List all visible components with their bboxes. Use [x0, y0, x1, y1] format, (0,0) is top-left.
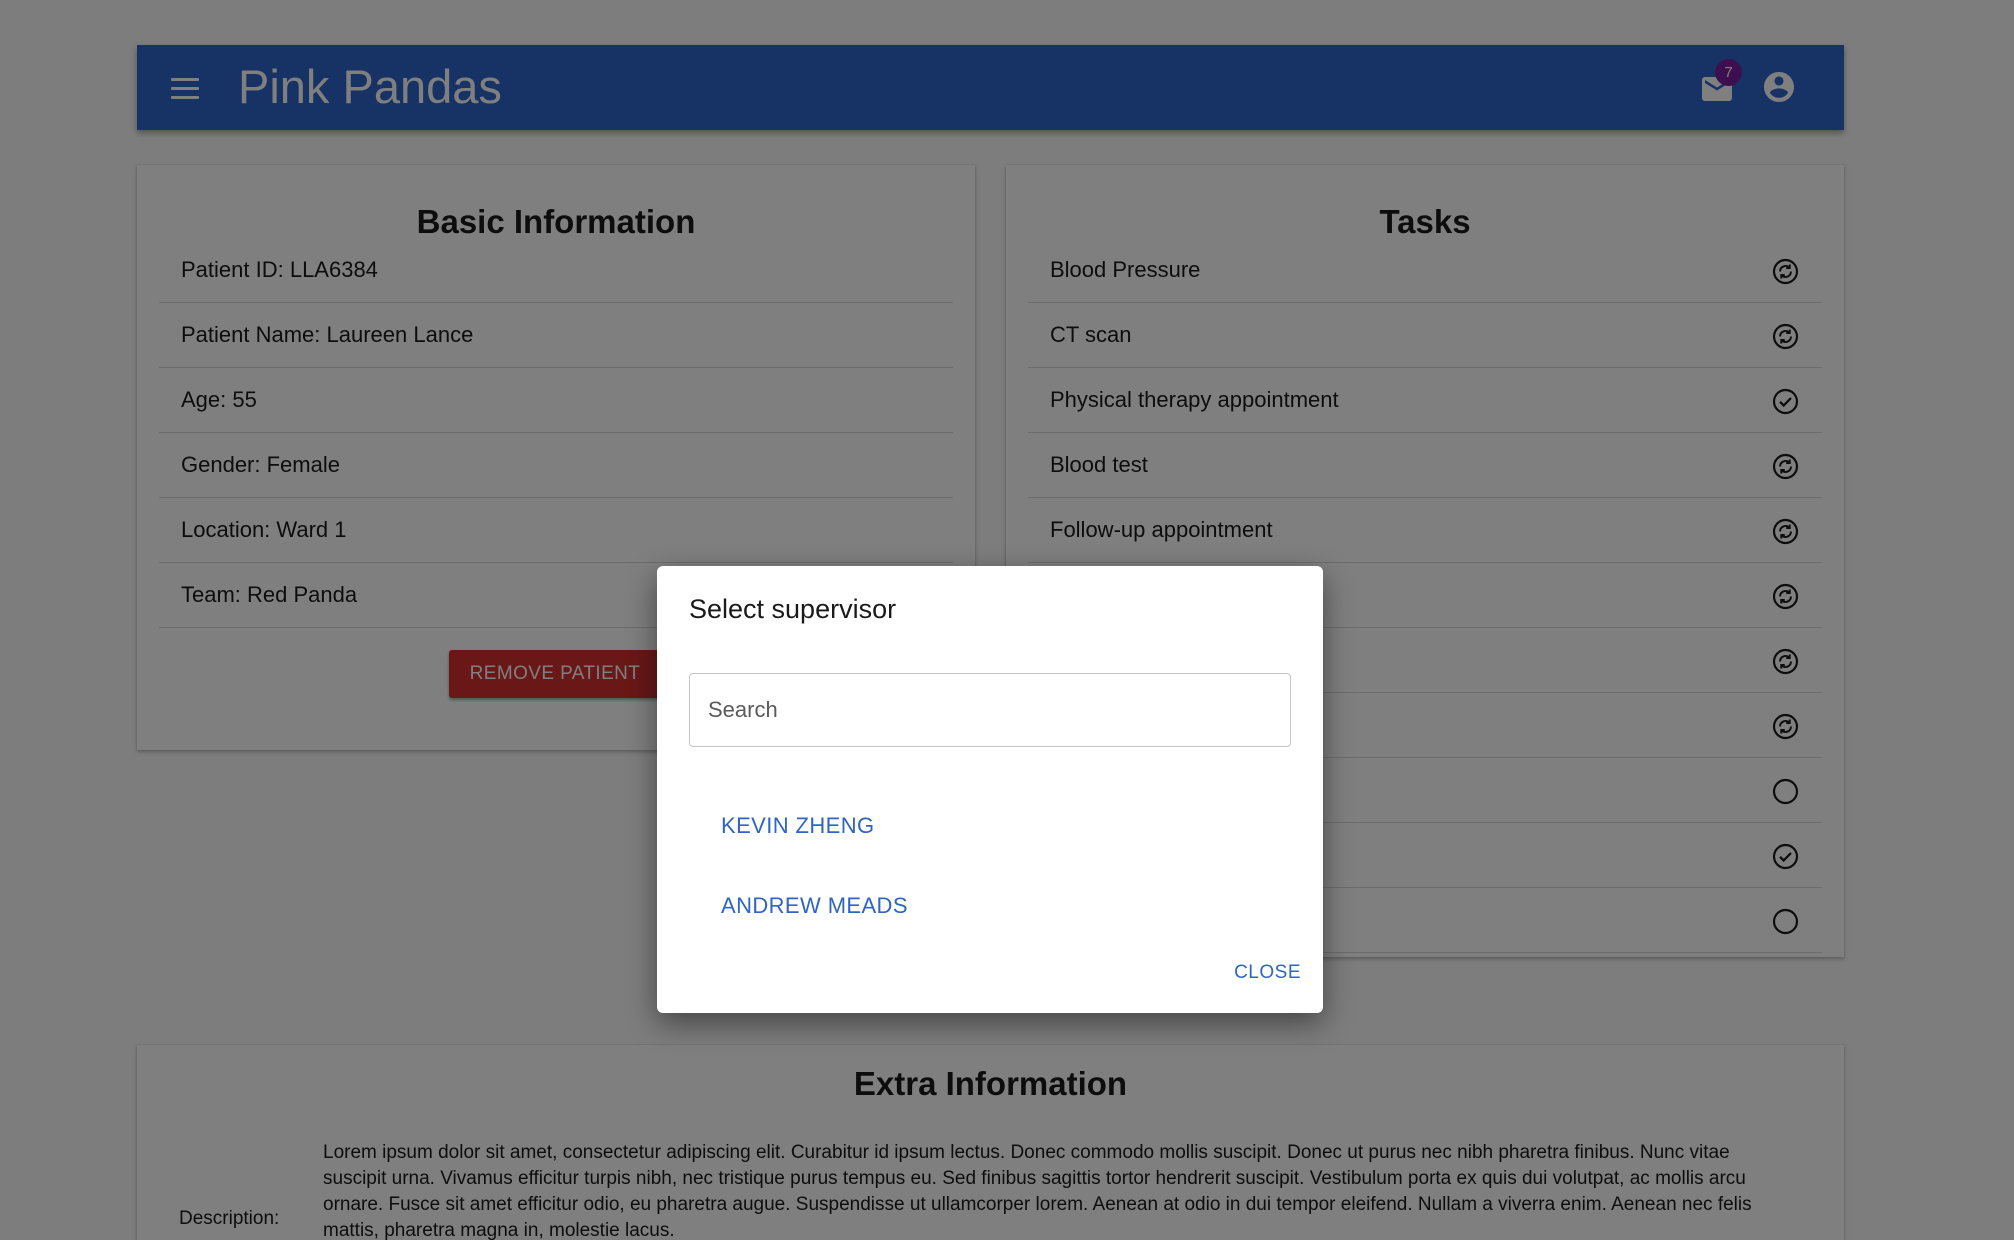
- supervisor-option-andrew-meads[interactable]: ANDREW MEADS: [689, 876, 940, 936]
- page: Pink Pandas 7 Basic Information Patient …: [0, 0, 2014, 1240]
- search-input[interactable]: [689, 673, 1291, 747]
- dialog-title: Select supervisor: [689, 594, 897, 624]
- supervisor-option-kevin-zheng[interactable]: KEVIN ZHENG: [689, 796, 907, 856]
- select-supervisor-dialog: Select supervisor KEVIN ZHENG ANDREW MEA…: [657, 566, 1323, 1013]
- close-button[interactable]: CLOSE: [1232, 953, 1303, 993]
